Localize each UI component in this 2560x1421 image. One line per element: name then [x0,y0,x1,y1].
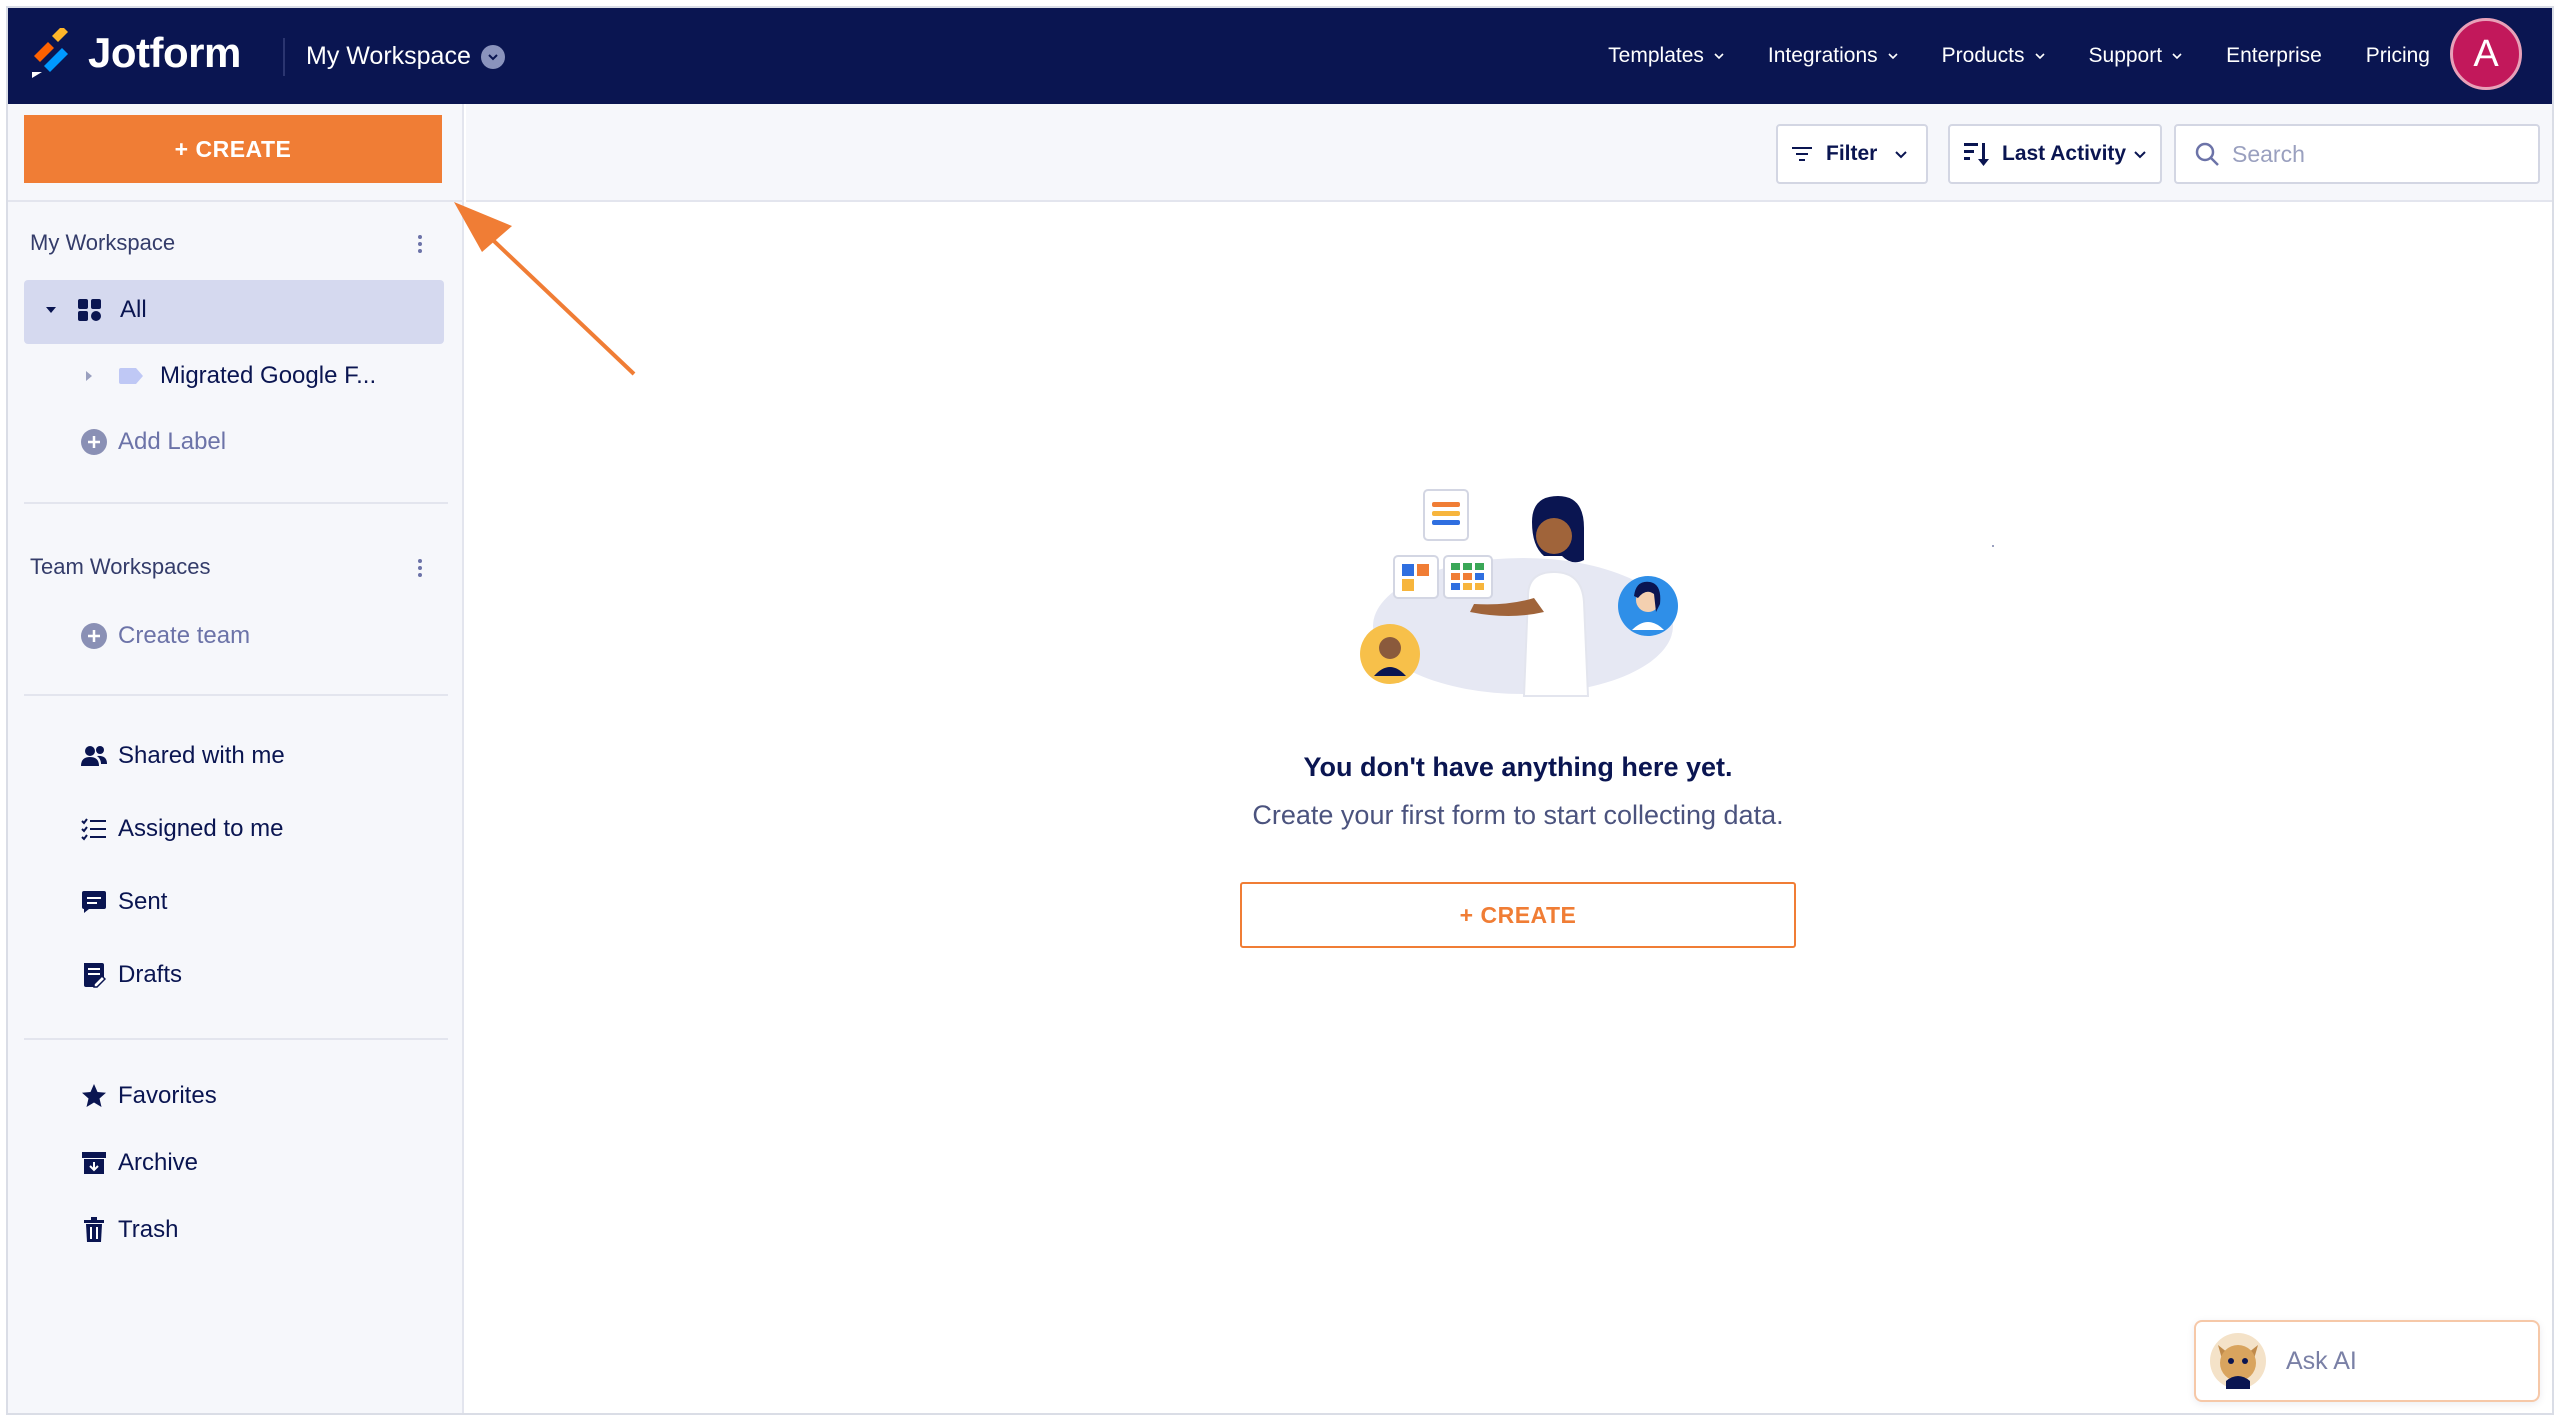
chevron-down-icon [1888,53,1898,60]
sidebar: + CREATE My Workspace All Migrated Googl… [8,104,464,1413]
sidebar-item-favorites[interactable]: Favorites [80,1082,217,1110]
sidebar-item-label: Migrated Google F... [160,362,377,389]
sidebar-item-drafts[interactable]: Drafts [80,961,182,989]
brand-name: Jotform [88,29,241,76]
empty-state-title: You don't have anything here yet. [1303,752,1733,782]
nav-label: Products [1941,44,2025,67]
sort-icon [1964,143,1989,166]
user-avatar[interactable]: A [2450,18,2522,90]
nav-templates[interactable]: Templates [1608,44,1724,68]
plus-circle-icon [80,622,108,650]
caret-down-icon[interactable] [44,303,58,317]
filter-label: Filter [1826,142,1878,165]
app-window: Jotform My Workspace Templates Integrati… [6,6,2554,1415]
sidebar-item-sent[interactable]: Sent [80,888,167,916]
nav-enterprise[interactable]: Enterprise [2226,44,2322,68]
divider [24,694,448,696]
content-toolbar: Filter Last Activity [466,104,2552,202]
nav-label: Pricing [2365,44,2430,67]
search-icon [2195,142,2219,166]
nav-label: Enterprise [2226,44,2322,67]
sidebar-item-label: Archive [118,1149,199,1176]
grid-icon [76,296,104,324]
nav-label: Templates [1608,44,1704,67]
search-input[interactable] [2232,140,2522,168]
divider [24,1038,448,1040]
chevron-down-circle-icon [480,44,505,69]
draft-icon [80,961,108,989]
chevron-down-icon [1714,53,1724,60]
nav-links: Templates Integrations Products Support … [1564,8,2430,104]
ai-agent-avatar-icon [2210,1333,2266,1389]
jotform-logo[interactable]: Jotform [28,28,241,78]
ask-ai-label: Ask AI [2286,1346,2357,1375]
create-form-button[interactable]: + CREATE [1240,882,1796,948]
jotform-logo-icon [32,28,68,78]
sidebar-item-trash[interactable]: Trash [80,1216,178,1244]
caret-right-icon[interactable] [84,370,94,382]
label-tag-icon [119,368,143,384]
sidebar-item-label: Shared with me [118,742,285,769]
sidebar-item-label: Sent [118,888,168,915]
filter-button[interactable]: Filter [1776,124,1928,184]
add-label-text: Add Label [118,428,227,455]
search-box[interactable] [2174,124,2540,184]
checklist-icon [80,815,108,843]
create-team-text: Create team [118,622,251,649]
filter-icon [1792,147,1812,161]
team-workspaces-heading: Team Workspaces [30,554,211,579]
more-options-icon[interactable] [416,232,424,256]
sidebar-item-label: Favorites [118,1082,217,1109]
sidebar-item-label: Assigned to me [118,815,284,842]
sidebar-item-all-row[interactable]: All [44,296,147,324]
chevron-down-icon [2134,151,2146,159]
nav-label: Integrations [1767,44,1878,67]
workspace-switcher[interactable]: My Workspace [306,42,505,71]
nav-support[interactable]: Support [2089,44,2183,68]
chevron-down-icon [2172,53,2182,60]
sidebar-item-migrated-folder[interactable]: Migrated Google F... [84,362,376,390]
sidebar-item-label: Trash [118,1216,179,1243]
nav-integrations[interactable]: Integrations [1768,44,1898,68]
message-icon [80,888,108,916]
chevron-down-icon [1895,151,1908,159]
annotation-arrow [454,202,636,376]
divider [24,502,448,504]
empty-state-subtitle: Create your first form to start collecti… [1252,800,1784,830]
create-button[interactable]: + CREATE [24,115,442,183]
sidebar-item-shared-with-me[interactable]: Shared with me [80,742,285,770]
create-team-button[interactable]: Create team [80,622,250,650]
empty-state-illustration [1360,489,1678,697]
people-icon [80,742,108,770]
trash-icon [80,1216,108,1244]
more-options-icon[interactable] [416,556,424,580]
ask-ai-button[interactable]: Ask AI [2194,1320,2540,1402]
nav-pricing[interactable]: Pricing [2366,44,2430,68]
nav-products[interactable]: Products [1942,44,2045,68]
stray-dot [1992,545,1994,547]
workspace-title: My Workspace [306,42,471,70]
nav-label: Support [2088,44,2163,67]
nav-divider [283,38,285,76]
chevron-down-icon [2034,53,2045,60]
sidebar-item-label: Drafts [118,961,183,988]
add-label-button[interactable]: Add Label [80,428,226,456]
archive-icon [80,1149,108,1177]
plus-circle-icon [80,428,108,456]
sidebar-item-assigned-to-me[interactable]: Assigned to me [80,815,283,843]
sidebar-item-archive[interactable]: Archive [80,1149,198,1177]
star-icon [80,1082,108,1110]
sidebar-item-label: All [120,296,147,323]
sort-label: Last Activity [2002,142,2127,165]
top-navigation-bar: Jotform My Workspace Templates Integrati… [8,8,2552,104]
my-workspace-heading: My Workspace [30,230,176,255]
sort-button[interactable]: Last Activity [1948,124,2162,184]
divider [8,200,464,202]
